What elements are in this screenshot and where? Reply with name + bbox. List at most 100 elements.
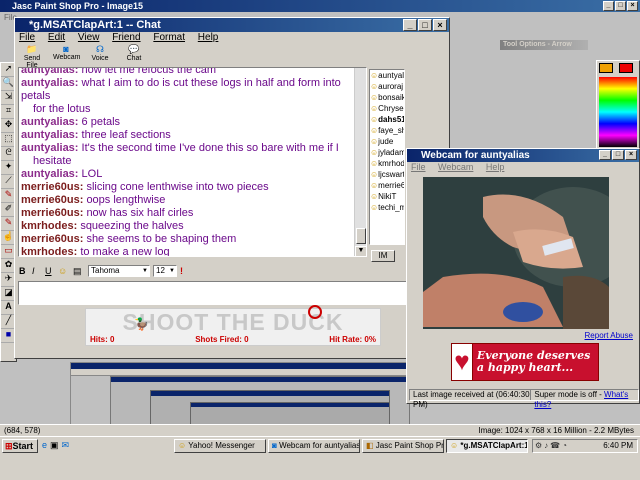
webcam-minimize-button[interactable]: _ <box>599 150 611 160</box>
outlook-icon[interactable]: ✉ <box>62 440 73 450</box>
user-list-item[interactable]: ☺bonsaikathy <box>370 92 404 103</box>
im-button[interactable]: IM <box>371 250 395 262</box>
message-text: for the lotus <box>33 103 91 115</box>
chat-message: auntyalias: LOL <box>19 168 366 181</box>
chat-title-bar[interactable]: *g.MSATClapArt:1 -- Chat _ □ × <box>15 18 449 32</box>
webcam-title-bar[interactable]: Webcam for auntyalias _ □ × <box>407 149 639 162</box>
task-yahoo-messenger[interactable]: ☺ Yahoo! Messenger <box>174 439 266 453</box>
user-name: techi_m <box>378 203 405 212</box>
task-chat[interactable]: ☺ *g.MSATClapArt:1... <box>446 439 528 453</box>
webcam-button[interactable]: ◙ Webcam <box>53 44 81 66</box>
user-name: dahs512 <box>378 115 404 124</box>
message-author: auntyalias: <box>21 129 79 141</box>
webcam-menu-help[interactable]: Help <box>486 162 505 172</box>
italic-button[interactable]: I <box>32 266 42 276</box>
color-palette <box>596 60 640 150</box>
heart-ad-banner[interactable]: ♥ Everyone deserves a happy heart... <box>451 343 599 381</box>
webcam-close-button[interactable]: × <box>625 150 637 160</box>
taskbar: ⊞Start e▣✉ ☺ Yahoo! Messenger ◙ Webcam f… <box>0 436 640 480</box>
font-dropdown-icon: ▼ <box>142 268 148 274</box>
chat-menu-view[interactable]: View <box>78 32 100 43</box>
chat-message: merrie60us: now has six half cirles <box>19 207 366 220</box>
user-list-item[interactable]: ☺auroraj <box>370 81 404 92</box>
duck-game-banner[interactable]: SHOOT THE DUCK 🦆 Hits: 0 Shots Fired: 0 … <box>85 305 381 346</box>
font-size-select[interactable]: 12 ▼ <box>153 265 177 277</box>
chat-close-button[interactable]: × <box>433 19 447 31</box>
user-name: auntyalias <box>378 71 404 80</box>
chat-menu-format[interactable]: Format <box>153 32 185 43</box>
crosshair-icon <box>308 305 322 319</box>
chat-menu-edit[interactable]: Edit <box>48 32 65 43</box>
chat-menu-friend[interactable]: Friend <box>112 32 140 43</box>
user-name: bonsaikathy <box>378 93 404 102</box>
hits-counter: Hits: 0 <box>90 335 115 344</box>
voice-button[interactable]: ☊ Voice <box>87 44 113 66</box>
task-paint-shop-pro[interactable]: ◧ Jasc Paint Shop Pro - <box>362 439 444 453</box>
message-author: merrie60us: <box>21 233 84 245</box>
maximize-button[interactable]: □ <box>615 1 626 11</box>
user-list-item[interactable]: ☺jyladams <box>370 147 404 158</box>
bold-button[interactable]: B <box>19 266 29 276</box>
user-list-item[interactable]: ☺auntyalias <box>370 70 404 81</box>
font-name-value: Tahoma <box>91 266 120 275</box>
webcam-title: Webcam for auntyalias <box>421 150 530 161</box>
message-scrollbar[interactable]: ▼ <box>354 68 366 256</box>
voice-label: Voice <box>91 55 109 62</box>
chat-menu-bar: File Edit View Friend Format Help <box>15 32 449 44</box>
message-author: auntyalias: <box>21 116 79 128</box>
task-webcam[interactable]: ◙ Webcam for auntyalias <box>268 439 360 453</box>
user-list[interactable]: ☺auntyalias☺auroraj☺bonsaikathy☺Chryse☺d… <box>369 69 405 245</box>
user-list-item[interactable]: ☺faye_shelton <box>370 125 404 136</box>
user-status-icon: ☺ <box>370 181 379 190</box>
user-list-item[interactable]: ☺ljcswartz <box>370 169 404 180</box>
user-list-item[interactable]: ☺Chryse <box>370 103 404 114</box>
color-spectrum[interactable] <box>599 77 637 147</box>
background-swatch[interactable] <box>619 63 633 73</box>
user-list-item[interactable]: ☺kmrhodes <box>370 158 404 169</box>
clock[interactable]: 6:40 PM <box>603 440 633 452</box>
ie-icon[interactable]: e <box>42 440 50 450</box>
user-list-item[interactable]: ☺techi_m <box>370 202 404 213</box>
chat-maximize-button[interactable]: □ <box>418 19 432 31</box>
close-button[interactable]: × <box>627 1 638 11</box>
user-list-item[interactable]: ☺jude <box>370 136 404 147</box>
chat-minimize-button[interactable]: _ <box>403 19 417 31</box>
user-status-icon: ☺ <box>370 115 379 124</box>
tray-icons[interactable]: ⚙♪☎◔ <box>535 440 569 452</box>
message-input[interactable] <box>18 281 446 305</box>
desktop-icon[interactable]: ▣ <box>50 440 62 450</box>
chat-menu-help[interactable]: Help <box>198 32 219 43</box>
format-bar: B I U ☺ ▤ Tahoma ▼ 12 ▼ ! <box>19 264 183 278</box>
webcam-menu-webcam[interactable]: Webcam <box>438 162 473 172</box>
user-list-item[interactable]: ☺merrie60 <box>370 180 404 191</box>
report-abuse-link[interactable]: Report Abuse <box>585 331 633 340</box>
cursor-coords: (684, 578) <box>4 426 41 435</box>
psp-title-bar[interactable]: Jasc Paint Shop Pro - Image15 <box>0 0 640 12</box>
scroll-down-icon[interactable]: ▼ <box>355 246 366 256</box>
psp-task-icon: ◧ <box>366 441 374 450</box>
webcam-maximize-button[interactable]: □ <box>612 150 624 160</box>
foreground-swatch[interactable] <box>599 63 613 73</box>
chat-message: kmrhodes: squeezing the halves <box>19 220 366 233</box>
font-select[interactable]: Tahoma ▼ <box>88 265 150 277</box>
chat-button[interactable]: 💬 Chat <box>121 44 147 66</box>
message-pane[interactable]: auntyalias: now let me refocus the cam au… <box>18 67 367 257</box>
start-button[interactable]: ⊞Start <box>2 439 38 453</box>
user-name: kmrhodes <box>378 159 405 168</box>
user-list-item[interactable]: ☺NikiT <box>370 191 404 202</box>
user-list-item[interactable]: ☺dahs512 <box>370 114 404 125</box>
scroll-thumb[interactable] <box>356 228 366 244</box>
underline-button[interactable]: U <box>45 266 55 276</box>
chat-menu-file[interactable]: File <box>19 32 35 43</box>
message-author: kmrhodes: <box>21 246 78 257</box>
smiley-icon[interactable]: ☺ <box>58 266 70 276</box>
webcam-menu-file[interactable]: File <box>411 162 426 172</box>
user-name: auroraj <box>378 82 404 91</box>
tool-options-title[interactable]: Tool Options - Arrow <box>500 40 588 50</box>
minimize-button[interactable]: _ <box>603 1 614 11</box>
alert-icon[interactable]: ! <box>180 266 183 276</box>
last-image-status: Last image received at (06:40:30 PM) <box>413 390 530 409</box>
send-file-button[interactable]: 📁 Send File <box>19 44 45 69</box>
message-author: auntyalias: <box>21 77 79 89</box>
color-picker-icon[interactable]: ▤ <box>73 266 85 277</box>
